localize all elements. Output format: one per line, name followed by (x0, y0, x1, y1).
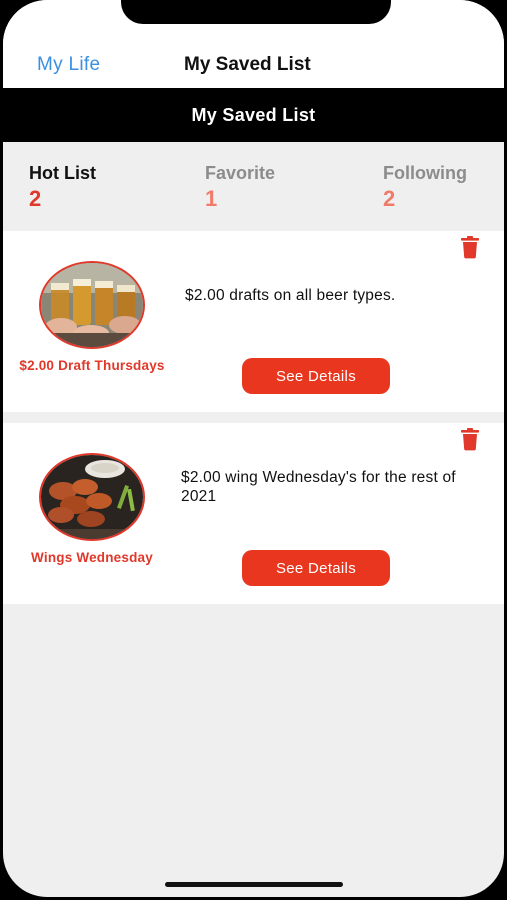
tab-hot-list-count: 2 (29, 186, 42, 211)
trash-icon[interactable] (458, 427, 482, 451)
tab-following[interactable]: Following 2 (383, 163, 467, 212)
tab-favorite-count: 1 (205, 186, 218, 211)
tab-favorite-label: Favorite (205, 163, 276, 183)
chicken-wings-photo (39, 453, 145, 541)
item-description: $2.00 drafts on all beer types. (185, 287, 396, 304)
see-details-button[interactable]: See Details (242, 550, 390, 586)
home-indicator (165, 882, 343, 887)
trash-icon[interactable] (458, 235, 482, 259)
header-title: My Saved List (191, 104, 316, 125)
beer-toast-photo (39, 261, 145, 349)
tab-hot-list[interactable]: Hot List 2 (29, 163, 96, 212)
tab-following-count: 2 (383, 186, 396, 211)
app-screen: My Life My Saved List My Saved List Hot … (3, 0, 504, 897)
nav-title: My Saved List (184, 54, 311, 75)
header-bar: My Saved List (3, 88, 504, 142)
back-button-my-life[interactable]: My Life (37, 54, 100, 76)
item-title: $2.00 Draft Thursdays (19, 358, 165, 373)
item-description: $2.00 wing Wednesday's for the rest of 2… (181, 469, 456, 505)
tab-following-label: Following (383, 163, 467, 183)
list-item: $2.00 Draft Thursdays $2.00 drafts on al… (3, 231, 504, 412)
tab-hot-list-label: Hot List (29, 163, 96, 183)
see-details-button[interactable]: See Details (242, 358, 390, 394)
tab-favorite[interactable]: Favorite 1 (205, 163, 275, 212)
device-notch (121, 0, 391, 24)
item-title: Wings Wednesday (31, 550, 153, 565)
list-item: Wings Wednesday $2.00 wing Wednesday's f… (3, 423, 504, 604)
tab-bar: Hot List 2 Favorite 1 Following 2 (3, 142, 504, 231)
